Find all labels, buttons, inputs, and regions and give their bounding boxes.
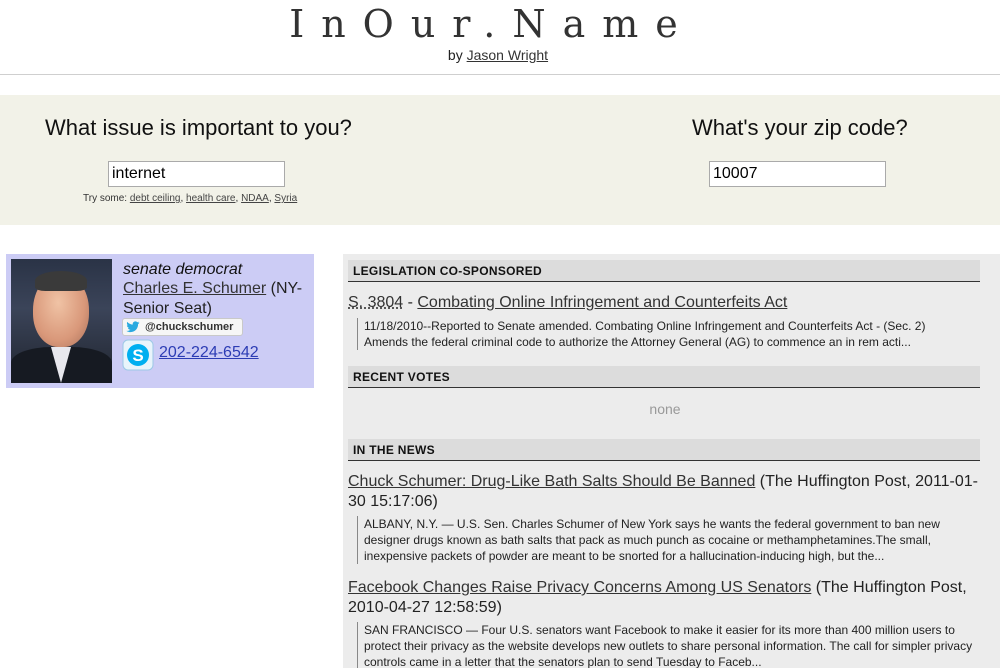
twitter-follow-button[interactable]: @chuckschumer [122, 318, 243, 336]
news-link[interactable]: Chuck Schumer: Drug-Like Bath Salts Shou… [348, 473, 755, 490]
news-excerpt: SAN FRANCISCO — Four U.S. senators want … [357, 622, 984, 668]
skype-icon[interactable]: S [122, 339, 154, 371]
bill-summary-line: Amends the federal criminal code to auth… [364, 335, 911, 349]
author-link[interactable]: Jason Wright [467, 47, 548, 63]
issue-question: What issue is important to you? [45, 115, 352, 140]
bill-summary-line: 11/18/2010--Reported to Senate amended. … [364, 319, 926, 333]
zip-question: What's your zip code? [692, 115, 908, 140]
votes-section-header: RECENT VOTES [348, 366, 980, 388]
news-link[interactable]: Facebook Changes Raise Privacy Concerns … [348, 579, 811, 596]
byline-prefix: by [447, 47, 463, 63]
details-panel: LEGISLATION CO-SPONSORED S. 3804 - Comba… [343, 254, 1000, 668]
news-item-title: Chuck Schumer: Drug-Like Bath Salts Shou… [348, 472, 984, 512]
rep-photo [11, 259, 112, 383]
rep-role: senate democrat [123, 261, 243, 278]
rep-name-line: Charles E. Schumer (NY-Senior Seat) [123, 279, 311, 319]
legislation-section-header: LEGISLATION CO-SPONSORED [348, 260, 980, 282]
zip-input[interactable] [709, 161, 886, 187]
site-header: InOur.Name by Jason Wright [0, 0, 1000, 75]
twitter-handle: @chuckschumer [145, 321, 234, 333]
bill-title-link[interactable]: Combating Online Infringement and Counte… [417, 294, 787, 311]
bill-separator: - [403, 294, 418, 311]
news-section-header: IN THE NEWS [348, 439, 980, 461]
twitter-bird-icon [126, 321, 140, 333]
issue-input[interactable] [108, 161, 285, 187]
representative-card: senate democrat Charles E. Schumer (NY-S… [6, 254, 314, 388]
suggestion-ndaa[interactable]: NDAA [241, 193, 269, 204]
bill-summary: 11/18/2010--Reported to Senate amended. … [357, 318, 984, 350]
votes-empty-text: none [649, 401, 681, 417]
bill-number-link[interactable]: S. 3804 [348, 294, 403, 311]
suggestion-debt-ceiling[interactable]: debt ceiling [130, 193, 181, 204]
suggestions-label: Try some: [83, 193, 128, 204]
rep-phone-link[interactable]: 202-224-6542 [159, 344, 259, 362]
news-item-title: Facebook Changes Raise Privacy Concerns … [348, 578, 984, 618]
byline: by Jason Wright [0, 47, 996, 63]
news-excerpt: ALBANY, N.Y. — U.S. Sen. Charles Schumer… [357, 516, 984, 564]
issue-suggestions: Try some: debt ceiling, health care, NDA… [83, 193, 298, 204]
svg-text:S: S [132, 346, 143, 365]
suggestion-health-care[interactable]: health care [186, 193, 235, 204]
bill-line: S. 3804 - Combating Online Infringement … [348, 294, 787, 312]
site-title: InOur.Name [289, 2, 695, 46]
search-band: What issue is important to you? Try some… [0, 95, 1000, 225]
rep-name-link[interactable]: Charles E. Schumer [123, 280, 266, 297]
suggestion-syria[interactable]: Syria [274, 193, 297, 204]
